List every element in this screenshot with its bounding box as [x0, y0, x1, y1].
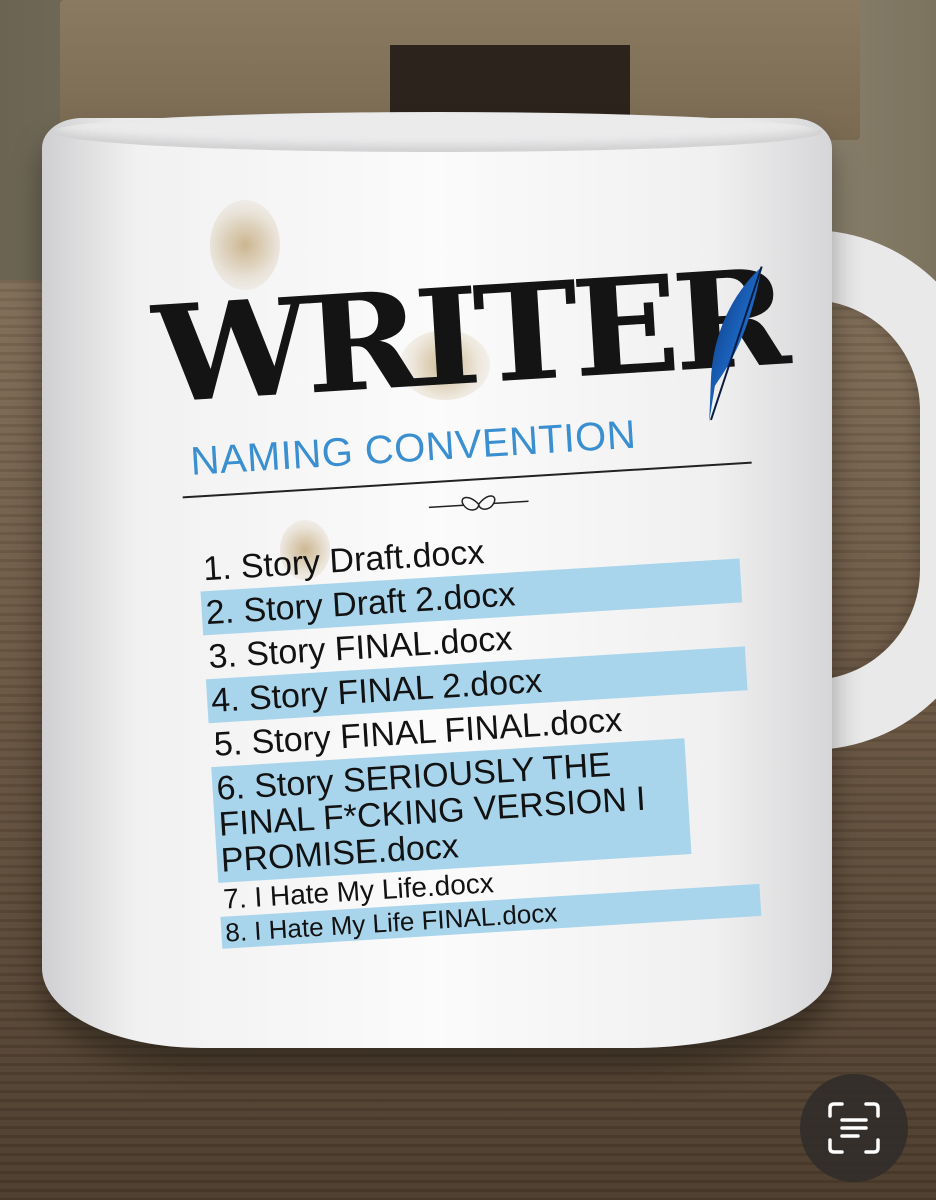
mug-rim [52, 112, 822, 152]
text-scan-icon [828, 1102, 880, 1154]
text-scan-button[interactable] [800, 1074, 908, 1182]
quill-feather-icon [709, 266, 763, 423]
naming-list: 1. Story Draft.docx 2. Story Draft 2.doc… [198, 515, 762, 949]
flourish-ornament-icon [428, 495, 529, 511]
photo-scene: WRITER NAMING CONVENTION 1. Story Draft.… [0, 0, 936, 1200]
background-shelf-opening [390, 45, 630, 115]
mug-print: WRITER NAMING CONVENTION 1. Story Draft.… [149, 240, 793, 1008]
